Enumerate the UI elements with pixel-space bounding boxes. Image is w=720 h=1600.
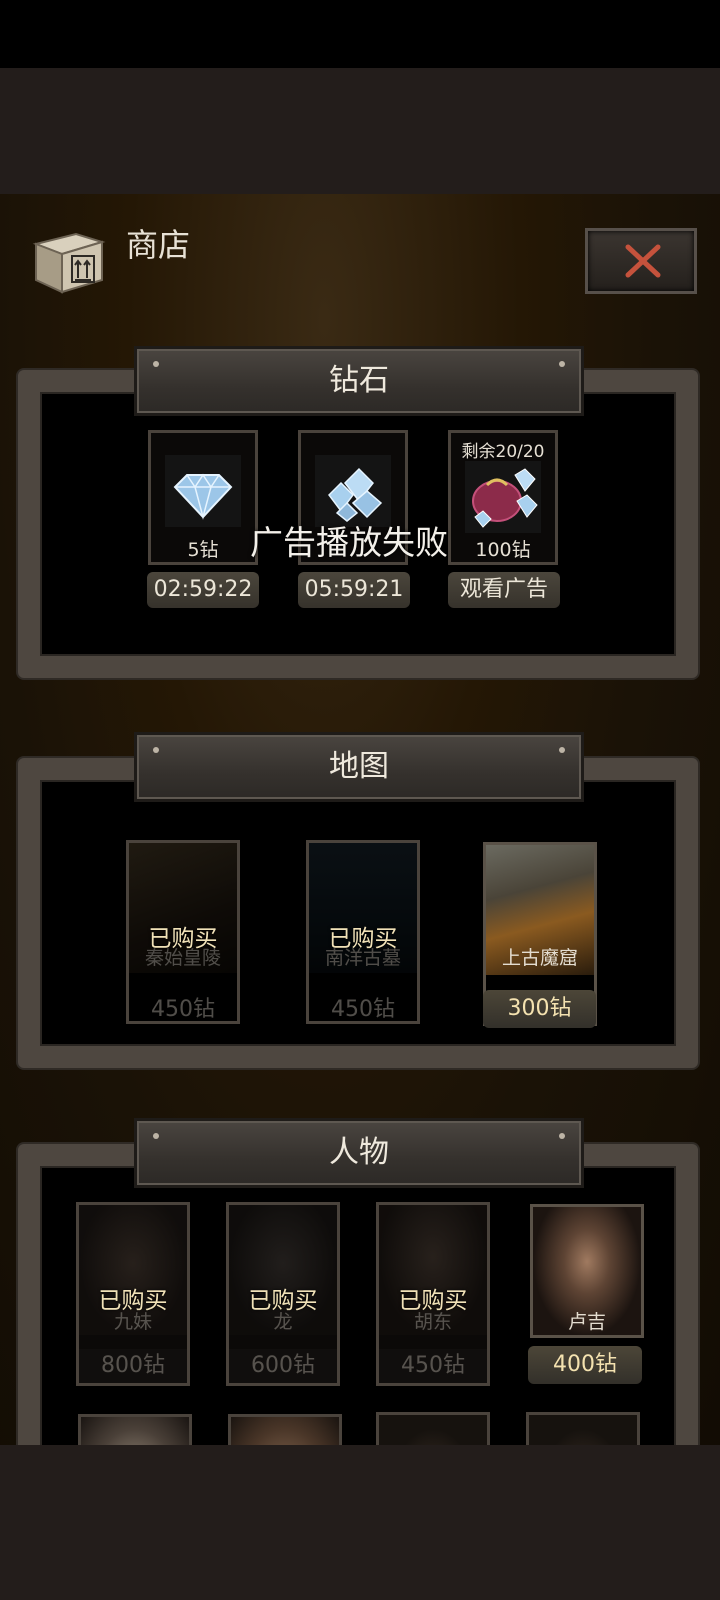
character-name: 卢吉 [567,1311,606,1333]
character-portrait [81,1417,189,1445]
buy-character-button[interactable]: 400钻 [528,1346,642,1384]
purchased-label: 已购买 [328,926,398,952]
diamond-section-header: 钻石 [134,346,584,416]
close-button[interactable] [585,228,697,294]
diamond-icon [165,455,241,527]
diamond-bag-icon [465,461,541,533]
purchased-label: 已购买 [148,926,218,952]
character-card-4[interactable]: 卢吉 [530,1204,644,1338]
status-bar [0,0,720,68]
character-card-1[interactable]: 九妹 800钻 已购买 [76,1202,190,1386]
shop-window: 商店 钻石 5钻 02:59:22 05:59:21 剩余20/20 100钻 … [0,194,720,1445]
map-name: 上古魔窟 [501,947,578,969]
diamond-item-1[interactable]: 5钻 [148,430,258,565]
item-amount: 100钻 [475,539,531,561]
bottom-bar [0,1445,720,1600]
character-card-6[interactable] [228,1414,342,1445]
map-price: 450钻 [151,997,215,1022]
item-amount: 5钻 [187,539,219,561]
timer-button-1[interactable]: 02:59:22 [147,572,259,608]
diamond-item-3[interactable]: 剩余20/20 100钻 [448,430,558,565]
purchased-label: 已购买 [98,1288,168,1314]
character-portrait [529,1415,637,1445]
section-title: 钻石 [329,363,389,398]
character-price: 450钻 [379,1349,487,1383]
timer-button-2[interactable]: 05:59:21 [298,572,410,608]
toast-message: 广告播放失败 [250,523,448,562]
page-title: 商店 [126,226,191,264]
map-section-header: 地图 [134,732,584,802]
purchased-label: 已购买 [248,1288,318,1314]
character-price: 800钻 [79,1349,187,1383]
character-portrait [231,1417,339,1445]
section-title: 地图 [329,749,389,784]
section-title: 人物 [329,1135,389,1170]
character-card-7[interactable] [376,1412,490,1445]
map-card-2[interactable]: 南洋古墓 450钻 已购买 [306,840,420,1024]
close-icon [625,244,661,278]
character-card-5[interactable] [78,1414,192,1445]
map-card-1[interactable]: 秦始皇陵 450钻 已购买 [126,840,240,1024]
top-bar [0,68,720,194]
character-price: 600钻 [229,1349,337,1383]
box-icon [32,232,106,294]
watch-ad-button[interactable]: 观看广告 [448,572,560,608]
character-card-2[interactable]: 龙 600钻 已购买 [226,1202,340,1386]
remaining-count: 剩余20/20 [461,442,545,462]
map-price: 450钻 [331,997,395,1022]
character-section-header: 人物 [134,1118,584,1188]
purchased-label: 已购买 [398,1288,468,1314]
character-card-3[interactable]: 胡东 450钻 已购买 [376,1202,490,1386]
buy-map-button[interactable]: 300钻 [483,990,596,1028]
character-card-8[interactable] [526,1412,640,1445]
character-portrait [379,1415,487,1445]
